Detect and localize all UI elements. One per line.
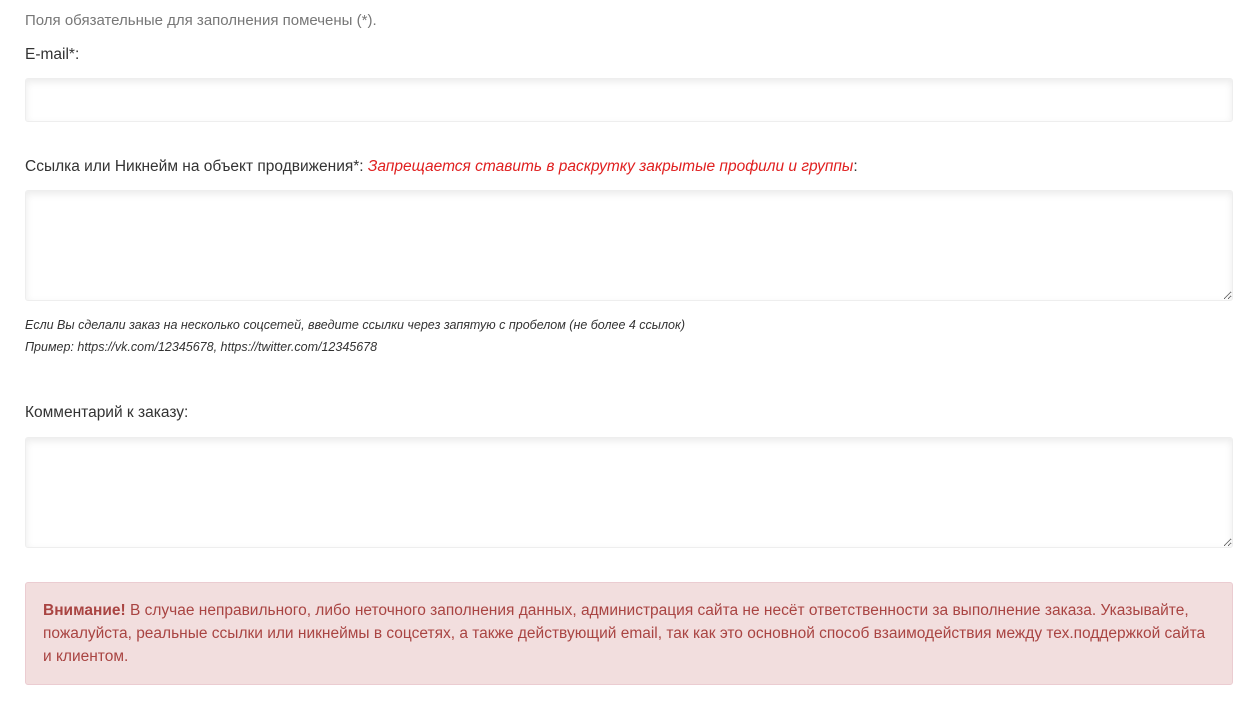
order-form: Поля обязательные для заполнения помечен… (0, 0, 1255, 703)
comment-textarea[interactable] (25, 437, 1233, 548)
alert-title: Внимание! (43, 602, 126, 619)
comment-label: Комментарий к заказу: (25, 404, 189, 421)
alert-text: В случае неправильного, либо неточного з… (43, 602, 1206, 665)
link-label-text: Ссылка или Никнейм на объект продвижения… (25, 158, 368, 175)
link-hint: Если Вы сделали заказ на несколько соцсе… (25, 318, 686, 332)
email-label: E-mail*: (25, 46, 80, 63)
link-label: Ссылка или Никнейм на объект продвижения… (25, 158, 858, 176)
required-fields-note: Поля обязательные для заполнения помечен… (25, 12, 377, 29)
link-label-suffix: : (853, 158, 858, 175)
link-textarea[interactable] (25, 190, 1233, 301)
link-example: Пример: https://vk.com/12345678, https:/… (25, 340, 378, 354)
email-field[interactable] (25, 78, 1233, 122)
warning-alert: Внимание! В случае неправильного, либо н… (25, 582, 1233, 685)
closed-profiles-warning: Запрещается ставить в раскрутку закрытые… (367, 158, 854, 175)
